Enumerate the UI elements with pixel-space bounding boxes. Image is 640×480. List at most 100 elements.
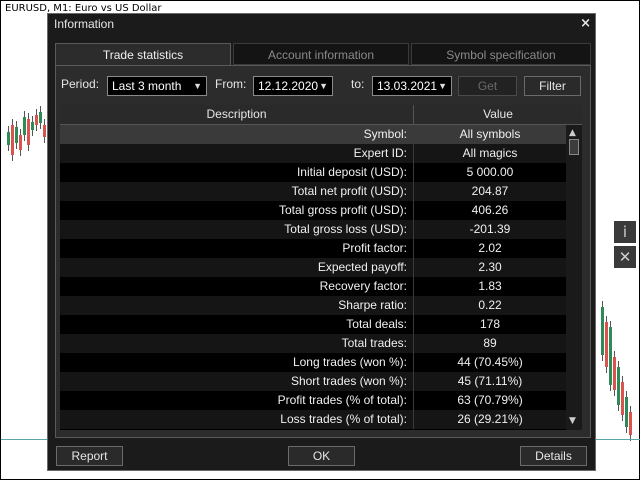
from-label: From: — [215, 77, 247, 91]
ok-button[interactable]: OK — [288, 446, 355, 466]
from-date-value: 12.12.2020 — [258, 79, 319, 93]
scroll-down-icon[interactable]: ▼ — [569, 416, 576, 426]
table-row[interactable]: Short trades (won %): 45 (71.11%) — [60, 372, 566, 391]
tab-trade-statistics[interactable]: Trade statistics — [55, 43, 231, 66]
table-row[interactable]: Symbol: All symbols — [60, 125, 566, 144]
row-description: Sharpe ratio: — [338, 298, 407, 312]
candle-body — [11, 125, 14, 155]
table-row[interactable]: Total gross loss (USD): -201.39 — [60, 220, 566, 239]
row-description: Recovery factor: — [319, 279, 407, 293]
info-icon[interactable]: i — [614, 221, 636, 243]
column-header-value[interactable]: Value — [414, 105, 582, 124]
scroll-thumb[interactable] — [569, 139, 579, 155]
table-header: Description Value — [60, 105, 582, 125]
candle-body — [601, 307, 604, 355]
dialog-titlebar[interactable]: Information × — [48, 14, 595, 34]
row-value: 89 — [483, 336, 497, 350]
candle-body — [605, 322, 608, 367]
table-body: Symbol: All symbols Expert ID: All magics In… — [60, 125, 566, 429]
candle-body — [39, 112, 42, 123]
candle-body — [609, 327, 612, 385]
table-row[interactable]: Total gross profit (USD): 406.26 — [60, 201, 566, 220]
chevron-down-icon: ▼ — [319, 81, 328, 91]
table-row[interactable]: Profit factor: 2.02 — [60, 239, 566, 258]
candle-body — [31, 122, 34, 130]
vertical-scrollbar[interactable]: ▲ ▼ — [566, 125, 582, 430]
candle-body — [35, 115, 38, 125]
table-row[interactable]: Recovery factor: 1.83 — [60, 277, 566, 296]
row-description: Short trades (won %): — [290, 374, 407, 388]
table-row[interactable]: Expected payoff: 2.30 — [60, 258, 566, 277]
candle-body — [621, 382, 624, 415]
candle-body — [7, 132, 10, 145]
candle-body — [613, 357, 616, 390]
candle-body — [15, 127, 18, 143]
row-value: All magics — [462, 146, 518, 160]
dialog-title: Information — [54, 17, 115, 31]
candle-body — [617, 367, 620, 405]
row-value: -201.39 — [469, 222, 511, 236]
table-row[interactable]: Total deals: 178 — [60, 315, 566, 334]
row-description: Loss trades (% of total): — [280, 412, 407, 426]
column-header-description[interactable]: Description — [60, 105, 414, 124]
period-label: Period: — [61, 77, 100, 91]
row-description: Symbol: — [363, 127, 407, 141]
row-value: 63 (70.79%) — [457, 393, 523, 407]
row-value: 178 — [479, 317, 501, 331]
to-date-value: 13.03.2021 — [377, 79, 438, 93]
table-row[interactable]: Total net profit (USD): 204.87 — [60, 182, 566, 201]
from-date-picker[interactable]: 12.12.2020 ▼ — [253, 76, 333, 96]
table-row[interactable]: Profit trades (% of total): 63 (70.79%) — [60, 391, 566, 410]
candle-body — [27, 119, 30, 145]
candle-body — [43, 125, 46, 137]
row-description: Expert ID: — [353, 146, 407, 160]
filter-button[interactable]: Filter — [524, 76, 581, 96]
row-value: 45 (71.11%) — [457, 374, 523, 388]
row-description: Long trades (won %): — [292, 355, 407, 369]
close-icon[interactable]: × — [580, 14, 591, 34]
period-select[interactable]: Last 3 month ▼ — [107, 76, 207, 96]
chevron-down-icon: ▼ — [193, 81, 202, 91]
report-button[interactable]: Report — [56, 446, 123, 466]
row-value: 0.22 — [478, 298, 502, 312]
row-description: Profit trades (% of total): — [277, 393, 407, 407]
close-icon[interactable]: ✕ — [614, 246, 636, 268]
chevron-down-icon: ▼ — [438, 81, 447, 91]
to-label: to: — [351, 77, 365, 91]
candle-body — [625, 397, 628, 427]
row-description: Total gross profit (USD): — [278, 203, 407, 217]
table-row[interactable]: Sharpe ratio: 0.22 — [60, 296, 566, 315]
row-value: 204.87 — [471, 184, 509, 198]
tab-symbol-specification[interactable]: Symbol specification — [411, 43, 591, 65]
table-row[interactable]: Loss trades (% of total): 26 (29.21%) — [60, 410, 566, 429]
row-value: 26 (29.21%) — [457, 412, 523, 426]
row-value: 406.26 — [471, 203, 509, 217]
row-description: Profit factor: — [342, 241, 407, 255]
period-value: Last 3 month — [112, 79, 182, 93]
row-description: Total deals: — [346, 317, 407, 331]
row-description: Initial deposit (USD): — [296, 165, 407, 179]
row-description: Total trades: — [341, 336, 407, 350]
row-value: All symbols — [459, 127, 521, 141]
row-description: Expected payoff: — [317, 260, 407, 274]
row-value: 5 000.00 — [466, 165, 514, 179]
details-button[interactable]: Details — [520, 446, 587, 466]
row-value: 2.02 — [478, 241, 502, 255]
row-value: 2.30 — [478, 260, 502, 274]
table-row[interactable]: Initial deposit (USD): 5 000.00 — [60, 163, 566, 182]
scroll-up-icon[interactable]: ▲ — [569, 128, 576, 138]
table-row[interactable]: Expert ID: All magics — [60, 144, 566, 163]
table-row[interactable]: Long trades (won %): 44 (70.45%) — [60, 353, 566, 372]
candle-body — [23, 117, 26, 135]
row-description: Total net profit (USD): — [291, 184, 407, 198]
statistics-table: Description Value Symbol: All symbols Expe… — [60, 105, 582, 430]
candle-body — [629, 412, 632, 435]
to-date-picker[interactable]: 13.03.2021 ▼ — [372, 76, 452, 96]
information-dialog: Information × Trade statistics Account i… — [47, 13, 596, 471]
row-value: 1.83 — [478, 279, 502, 293]
row-value: 44 (70.45%) — [457, 355, 523, 369]
tab-account-information[interactable]: Account information — [233, 43, 409, 65]
table-row[interactable]: Total trades: 89 — [60, 334, 566, 353]
get-button[interactable]: Get — [458, 76, 517, 96]
candle-body — [19, 135, 22, 150]
